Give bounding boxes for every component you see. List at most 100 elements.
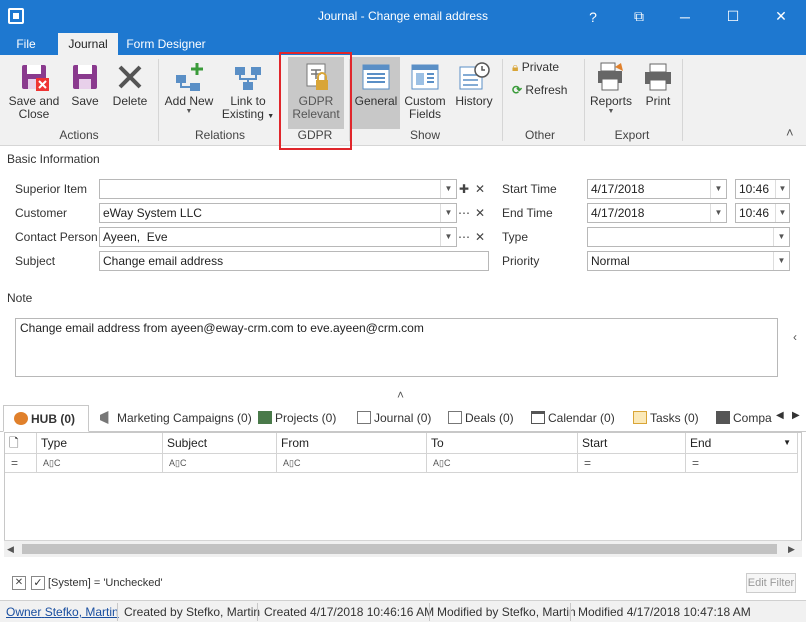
- custom-fields-label: Custom Fields: [404, 94, 446, 121]
- restore-ribbon-button[interactable]: ⧉: [616, 0, 662, 33]
- start-time-input[interactable]: 10:46 ▼: [735, 179, 790, 199]
- priority-label: Priority: [502, 254, 540, 268]
- projects-icon: [258, 411, 272, 424]
- priority-dropdown-icon[interactable]: ▼: [773, 252, 789, 270]
- side-panel-expand-icon[interactable]: ‹: [793, 330, 797, 344]
- tab-companies[interactable]: Compa: [716, 405, 772, 432]
- scroll-left-icon[interactable]: ◀: [7, 544, 14, 555]
- priority-select[interactable]: Normal ▼: [587, 251, 790, 271]
- save-and-close-button[interactable]: Save and Close: [6, 57, 62, 129]
- save-button[interactable]: Save: [66, 57, 104, 129]
- type-dropdown-icon[interactable]: ▼: [773, 228, 789, 246]
- superior-item-dropdown-icon[interactable]: ▼: [440, 180, 456, 198]
- customer-clear-icon[interactable]: ✕: [472, 203, 488, 223]
- reports-label: Reports: [589, 94, 633, 108]
- tab-tasks[interactable]: Tasks (0): [633, 405, 699, 432]
- clear-filter-icon[interactable]: ✕: [12, 576, 26, 590]
- collapse-ribbon-icon[interactable]: ˄: [786, 125, 794, 140]
- maximize-button[interactable]: ☐: [710, 0, 756, 33]
- tab-scroll-left-icon[interactable]: ◀: [776, 410, 784, 421]
- filter-type-input[interactable]: A▯C: [37, 454, 163, 473]
- filter-subject-input[interactable]: A▯C: [163, 454, 277, 473]
- tab-deals[interactable]: Deals (0): [448, 405, 514, 432]
- note-textarea[interactable]: Change email address from ayeen@eway-crm…: [15, 318, 778, 377]
- filter-end-input[interactable]: =: [686, 454, 798, 473]
- column-header-end[interactable]: End ▼: [686, 433, 798, 454]
- contact-person-clear-icon[interactable]: ✕: [472, 227, 488, 247]
- modified-by-text: Modified by Stefko, Martin: [437, 605, 576, 619]
- contact-person-dropdown-icon[interactable]: ▼: [440, 228, 456, 246]
- customer-dropdown-icon[interactable]: ▼: [440, 204, 456, 222]
- column-header-type[interactable]: Type: [37, 433, 163, 454]
- megaphone-icon: [100, 411, 109, 424]
- add-new-button[interactable]: Add New ▼: [162, 57, 216, 129]
- ribbon-tabs: File Journal Form Designer: [0, 33, 806, 55]
- filter-row-equals[interactable]: =: [5, 454, 37, 473]
- reports-button[interactable]: Reports ▼: [588, 57, 634, 129]
- scroll-thumb[interactable]: [22, 544, 777, 554]
- created-by-text: Created by Stefko, Martin: [124, 605, 261, 619]
- subject-label: Subject: [15, 254, 56, 268]
- print-label: Print: [645, 94, 671, 108]
- general-icon: [360, 61, 392, 93]
- subject-input[interactable]: Change email address: [99, 251, 489, 271]
- superior-item-clear-icon[interactable]: ✕: [472, 179, 488, 199]
- tab-journal[interactable]: Journal: [58, 33, 118, 55]
- filter-to-input[interactable]: A▯C: [427, 454, 578, 473]
- superior-item-input[interactable]: ▼: [99, 179, 457, 199]
- tab-scroll-right-icon[interactable]: ▶: [792, 410, 800, 421]
- private-button[interactable]: 🔒︎ Private: [512, 60, 559, 75]
- tab-hub[interactable]: HUB (0): [3, 405, 89, 432]
- owner-link[interactable]: Owner Stefko, Martin: [6, 605, 119, 619]
- custom-fields-button[interactable]: Custom Fields: [402, 57, 448, 129]
- filter-expression[interactable]: [System] = 'Unchecked': [48, 577, 163, 589]
- start-date-dropdown-icon[interactable]: ▼: [710, 180, 726, 198]
- print-button[interactable]: Print: [638, 57, 678, 129]
- scroll-right-icon[interactable]: ▶: [788, 544, 795, 555]
- filter-from-input[interactable]: A▯C: [277, 454, 427, 473]
- history-button[interactable]: History: [452, 57, 496, 129]
- filter-start-input[interactable]: =: [578, 454, 686, 473]
- other-group-label: Other: [524, 128, 555, 142]
- customer-input[interactable]: eWay System LLC ▼: [99, 203, 457, 223]
- save-icon: [69, 61, 101, 93]
- tab-calendar[interactable]: Calendar (0): [531, 405, 615, 432]
- new-item-column-icon[interactable]: 🗋︎: [5, 433, 37, 454]
- calendar-icon: [531, 411, 545, 424]
- created-text: Created 4/17/2018 10:46:16 AM: [264, 605, 435, 619]
- customer-browse-icon[interactable]: ⋯: [456, 203, 472, 223]
- grid-horizontal-scrollbar[interactable]: ◀ ▶: [4, 540, 802, 557]
- end-date-input[interactable]: 4/17/2018 ▼: [587, 203, 727, 223]
- contact-person-input[interactable]: Ayeen, Eve ▼: [99, 227, 457, 247]
- end-time-dropdown-icon[interactable]: ▼: [775, 204, 789, 222]
- column-header-start[interactable]: Start: [578, 433, 686, 454]
- tab-projects[interactable]: Projects (0): [258, 405, 336, 432]
- delete-button[interactable]: Delete: [108, 57, 152, 129]
- edit-filter-button[interactable]: Edit Filter: [746, 573, 796, 593]
- end-time-input[interactable]: 10:46 ▼: [735, 203, 790, 223]
- contact-person-browse-icon[interactable]: ⋯: [456, 227, 472, 247]
- general-button[interactable]: General: [352, 57, 400, 129]
- superior-item-add-icon[interactable]: ✚: [456, 179, 472, 199]
- column-header-from[interactable]: From: [277, 433, 427, 454]
- tab-marketing-campaigns[interactable]: Marketing Campaigns (0): [100, 405, 252, 432]
- status-bar: Owner Stefko, Martin Created by Stefko, …: [0, 600, 806, 622]
- type-select[interactable]: ▼: [587, 227, 790, 247]
- refresh-icon: ⟳: [512, 83, 523, 97]
- help-button[interactable]: ?: [570, 0, 616, 33]
- start-time-dropdown-icon[interactable]: ▼: [775, 180, 789, 198]
- start-date-input[interactable]: 4/17/2018 ▼: [587, 179, 727, 199]
- tab-form-designer[interactable]: Form Designer: [124, 33, 208, 55]
- column-chooser-dropdown-icon[interactable]: ▼: [783, 433, 791, 453]
- minimize-button[interactable]: ─: [662, 0, 708, 33]
- column-header-subject[interactable]: Subject: [163, 433, 277, 454]
- link-existing-button[interactable]: Link to Existing ▼: [220, 57, 276, 129]
- close-button[interactable]: ✕: [758, 0, 804, 33]
- splitter-collapse-icon[interactable]: ˄: [397, 388, 404, 402]
- tab-file[interactable]: File: [8, 33, 44, 55]
- filter-enabled-checkbox[interactable]: ✓: [31, 576, 45, 590]
- column-header-to[interactable]: To: [427, 433, 578, 454]
- refresh-button[interactable]: ⟳ Refresh: [512, 83, 567, 97]
- end-date-dropdown-icon[interactable]: ▼: [710, 204, 726, 222]
- tab-journal[interactable]: Journal (0): [357, 405, 431, 432]
